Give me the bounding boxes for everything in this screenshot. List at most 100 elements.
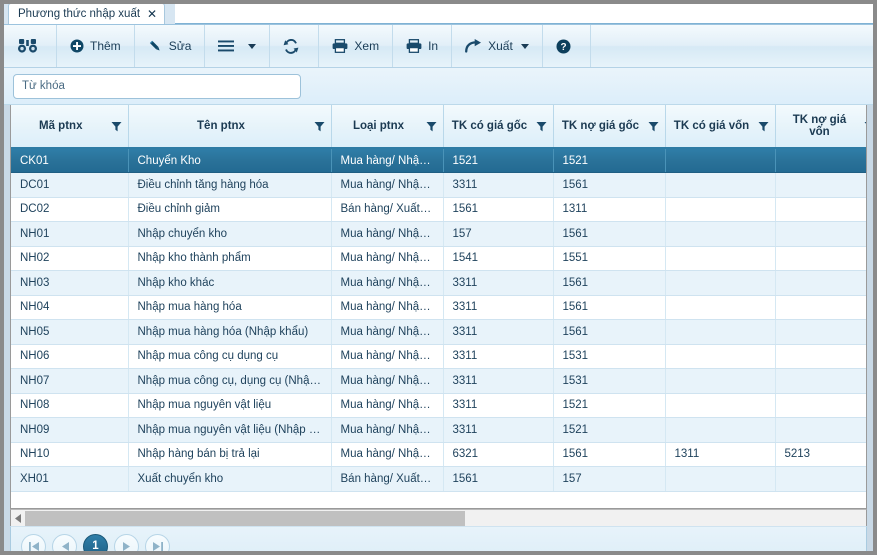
table-row[interactable]: XH01 Xuất chuyển kho Bán hàng/ Xuất kho 156… xyxy=(11,466,866,492)
filter-icon[interactable] xyxy=(536,121,547,132)
table-row[interactable]: CK01 Chuyển Kho Mua hàng/ Nhập kho 1521 1521 xyxy=(11,148,866,173)
add-button[interactable]: Thêm xyxy=(57,25,135,67)
menu-button[interactable] xyxy=(205,25,271,67)
cell-ten_ptnx: Nhập mua hàng hóa xyxy=(128,295,332,320)
scrollbar-thumb[interactable] xyxy=(25,510,465,526)
refresh-button[interactable] xyxy=(270,25,320,67)
cell-ma_ptnx: NH09 xyxy=(11,417,129,443)
grid-table: Mã ptnx Tên ptnx Loại ptnx TK có giá gốc TK … xyxy=(11,105,866,492)
column-header-tk_co_gv[interactable]: TK có giá vốn xyxy=(665,105,776,149)
page-number-1[interactable]: 1 xyxy=(83,533,108,551)
table-row[interactable]: DC01 Điều chỉnh tăng hàng hóa Mua hàng/ Nh… xyxy=(11,172,866,198)
filter-icon[interactable] xyxy=(111,121,122,132)
column-header-tk_no_gg[interactable]: TK nợ giá gốc xyxy=(553,105,666,149)
first-page-button[interactable] xyxy=(21,533,46,551)
search-input[interactable] xyxy=(13,73,301,99)
cell-tk_no_gv xyxy=(775,270,866,296)
find-button[interactable] xyxy=(4,25,57,67)
grid-header: Mã ptnx Tên ptnx Loại ptnx TK có giá gốc TK … xyxy=(11,105,866,149)
table-row[interactable]: NH07 Nhập mua công cụ, dụng cụ (Nhập khẩu… xyxy=(11,368,866,394)
tab-phuong-thuc-nhap-xuat[interactable]: Phương thức nhập xuất ✕ xyxy=(8,4,166,24)
prev-page-button[interactable] xyxy=(52,533,77,551)
help-button[interactable]: ? xyxy=(543,25,591,67)
data-grid: Mã ptnx Tên ptnx Loại ptnx TK có giá gốc TK … xyxy=(10,105,867,509)
print-button[interactable]: In xyxy=(393,25,453,67)
filter-icon[interactable] xyxy=(314,121,325,132)
column-header-label: TK có giá gốc xyxy=(451,120,528,132)
cell-tk_no_gv xyxy=(775,197,866,222)
cell-loai_ptnx: Mua hàng/ Nhập kho xyxy=(331,148,444,173)
column-header-tk_no_gv[interactable]: TK nợ giá vốn xyxy=(775,105,866,149)
cell-ma_ptnx: NH03 xyxy=(11,270,129,296)
close-icon[interactable]: ✕ xyxy=(147,8,157,20)
export-button[interactable]: Xuất xyxy=(452,25,543,67)
column-header-label: TK có giá vốn xyxy=(673,120,750,132)
table-row[interactable]: NH02 Nhập kho thành phẩm Mua hàng/ Nhập kh… xyxy=(11,246,866,271)
cell-tk_co_gv xyxy=(665,172,776,198)
table-row[interactable]: NH08 Nhập mua nguyên vật liệu Mua hàng/ Nh… xyxy=(11,393,866,418)
hamburger-icon xyxy=(218,40,235,52)
next-page-button[interactable] xyxy=(114,533,139,551)
scroll-left-icon[interactable] xyxy=(11,511,25,526)
scrollbar-track[interactable] xyxy=(25,510,866,526)
cell-tk_no_gv xyxy=(775,466,866,492)
filter-icon[interactable] xyxy=(648,121,659,132)
cell-tk_co_gv xyxy=(665,466,776,492)
cell-tk_co_gg: 3311 xyxy=(443,172,554,198)
chevron-down-icon xyxy=(520,43,529,49)
cell-tk_co_gg: 3311 xyxy=(443,295,554,320)
cell-loai_ptnx: Mua hàng/ Nhập kho xyxy=(331,172,444,198)
table-row[interactable]: NH06 Nhập mua công cụ dụng cụ Mua hàng/ Nh… xyxy=(11,344,866,369)
last-page-button[interactable] xyxy=(145,533,170,551)
table-row[interactable]: NH05 Nhập mua hàng hóa (Nhập khẩu) Mua hàn… xyxy=(11,319,866,345)
column-header-ten_ptnx[interactable]: Tên ptnx xyxy=(128,105,332,149)
cell-tk_co_gv xyxy=(665,197,776,222)
cell-loai_ptnx: Mua hàng/ Nhập kho xyxy=(331,319,444,345)
print-button-label: In xyxy=(428,39,439,53)
refresh-icon xyxy=(283,38,299,54)
edit-button[interactable]: Sửa xyxy=(135,25,206,67)
column-header-label: TK nợ giá vốn xyxy=(792,114,847,138)
table-row[interactable]: NH10 Nhập hàng bán bị trả lại Mua hàng/ Nh… xyxy=(11,442,866,467)
binoculars-icon xyxy=(18,38,37,54)
cell-tk_no_gv xyxy=(775,246,866,271)
cell-ten_ptnx: Điều chỉnh tăng hàng hóa xyxy=(128,172,332,198)
cell-tk_no_gv xyxy=(775,295,866,320)
cell-loai_ptnx: Bán hàng/ Xuất kho xyxy=(331,197,444,222)
cell-tk_co_gg: 1561 xyxy=(443,466,554,492)
table-row[interactable]: NH01 Nhập chuyển kho Mua hàng/ Nhập kho 157… xyxy=(11,221,866,247)
pencil-icon xyxy=(148,39,163,54)
cell-tk_co_gg: 3311 xyxy=(443,393,554,418)
cell-loai_ptnx: Mua hàng/ Nhập kho xyxy=(331,368,444,394)
main-toolbar: Thêm Sửa Xem In Xuất ? xyxy=(4,25,873,68)
column-header-loai_ptnx[interactable]: Loại ptnx xyxy=(331,105,444,149)
filter-icon[interactable] xyxy=(426,121,437,132)
filter-icon[interactable] xyxy=(864,121,866,132)
cell-ten_ptnx: Nhập mua công cụ, dụng cụ (Nhập khẩu) xyxy=(128,368,332,394)
pagination-bar: 1 xyxy=(10,526,867,551)
cell-tk_co_gv xyxy=(665,270,776,296)
view-button[interactable]: Xem xyxy=(319,25,394,67)
table-row[interactable]: DC02 Điều chỉnh giảm Bán hàng/ Xuất kho 156… xyxy=(11,197,866,222)
cell-tk_co_gg: 1521 xyxy=(443,148,554,173)
cell-tk_no_gv xyxy=(775,393,866,418)
cell-ten_ptnx: Xuất chuyển kho xyxy=(128,466,332,492)
table-row[interactable]: NH03 Nhập kho khác Mua hàng/ Nhập kho 3311 1… xyxy=(11,270,866,296)
cell-tk_co_gg: 3311 xyxy=(443,368,554,394)
column-header-ma_ptnx[interactable]: Mã ptnx xyxy=(11,105,129,149)
column-header-tk_co_gg[interactable]: TK có giá gốc xyxy=(443,105,554,149)
cell-tk_no_gg: 1521 xyxy=(553,393,666,418)
table-row[interactable]: NH09 Nhập mua nguyên vật liệu (Nhập khẩu)… xyxy=(11,417,866,443)
cell-ma_ptnx: NH10 xyxy=(11,442,129,467)
table-row[interactable]: NH04 Nhập mua hàng hóa Mua hàng/ Nhập kho 3… xyxy=(11,295,866,320)
cell-ma_ptnx: DC01 xyxy=(11,172,129,198)
filter-icon[interactable] xyxy=(758,121,769,132)
toolbar-filler xyxy=(591,25,873,67)
tab-strip-filler xyxy=(175,4,873,24)
cell-tk_no_gv xyxy=(775,417,866,443)
cell-loai_ptnx: Mua hàng/ Nhập kho xyxy=(331,270,444,296)
cell-ma_ptnx: NH05 xyxy=(11,319,129,345)
cell-ma_ptnx: NH02 xyxy=(11,246,129,271)
cell-ma_ptnx: CK01 xyxy=(11,148,129,173)
horizontal-scrollbar[interactable] xyxy=(10,509,867,526)
